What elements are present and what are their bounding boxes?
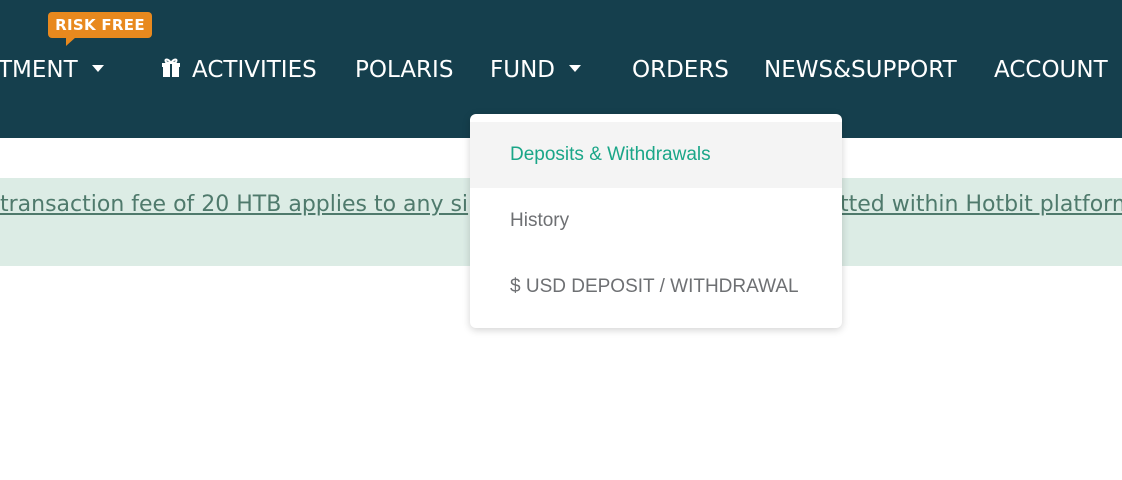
caret-down-icon — [568, 65, 581, 72]
nav-item-label: ORDERS — [632, 57, 729, 83]
nav-item-label: ACCOUNT — [994, 57, 1108, 83]
nav-item-label: ACTIVITIES — [192, 57, 317, 83]
page: TMENT RISK FREE ACTIVITIES POLARIS FUND … — [0, 0, 1122, 480]
nav-item-account[interactable]: ACCOUNT — [994, 55, 1108, 85]
notice-link[interactable]: transaction fee of 20 HTB applies to any… — [0, 190, 468, 220]
dropdown-item-deposits-withdrawals[interactable]: Deposits & Withdrawals — [470, 122, 842, 188]
nav-item-polaris[interactable]: POLARIS — [355, 55, 453, 85]
nav-item-fund[interactable]: FUND — [490, 55, 581, 85]
dropdown-item-history[interactable]: History — [470, 188, 842, 254]
nav-item-label: FUND — [490, 57, 555, 83]
nav-item-label: NEWS&SUPPORT — [764, 57, 957, 83]
fund-dropdown-menu: Deposits & Withdrawals History $ USD DEP… — [470, 114, 842, 328]
gift-icon — [162, 58, 180, 77]
nav-item-label: TMENT — [0, 57, 78, 83]
caret-down-icon — [91, 65, 104, 72]
nav-item-investment[interactable]: TMENT — [0, 55, 104, 85]
badge-tail — [66, 37, 76, 46]
notice-link-continued[interactable]: tted within Hotbit platform — [840, 190, 1122, 220]
risk-free-badge: RISK FREE — [48, 12, 152, 38]
nav-item-news-support[interactable]: NEWS&SUPPORT — [764, 55, 957, 85]
nav-item-orders[interactable]: ORDERS — [632, 55, 729, 85]
dropdown-item-usd-deposit-withdrawal[interactable]: $ USD DEPOSIT / WITHDRAWAL — [470, 254, 842, 320]
nav-item-label: POLARIS — [355, 57, 454, 83]
nav-item-activities[interactable]: ACTIVITIES — [160, 55, 317, 85]
